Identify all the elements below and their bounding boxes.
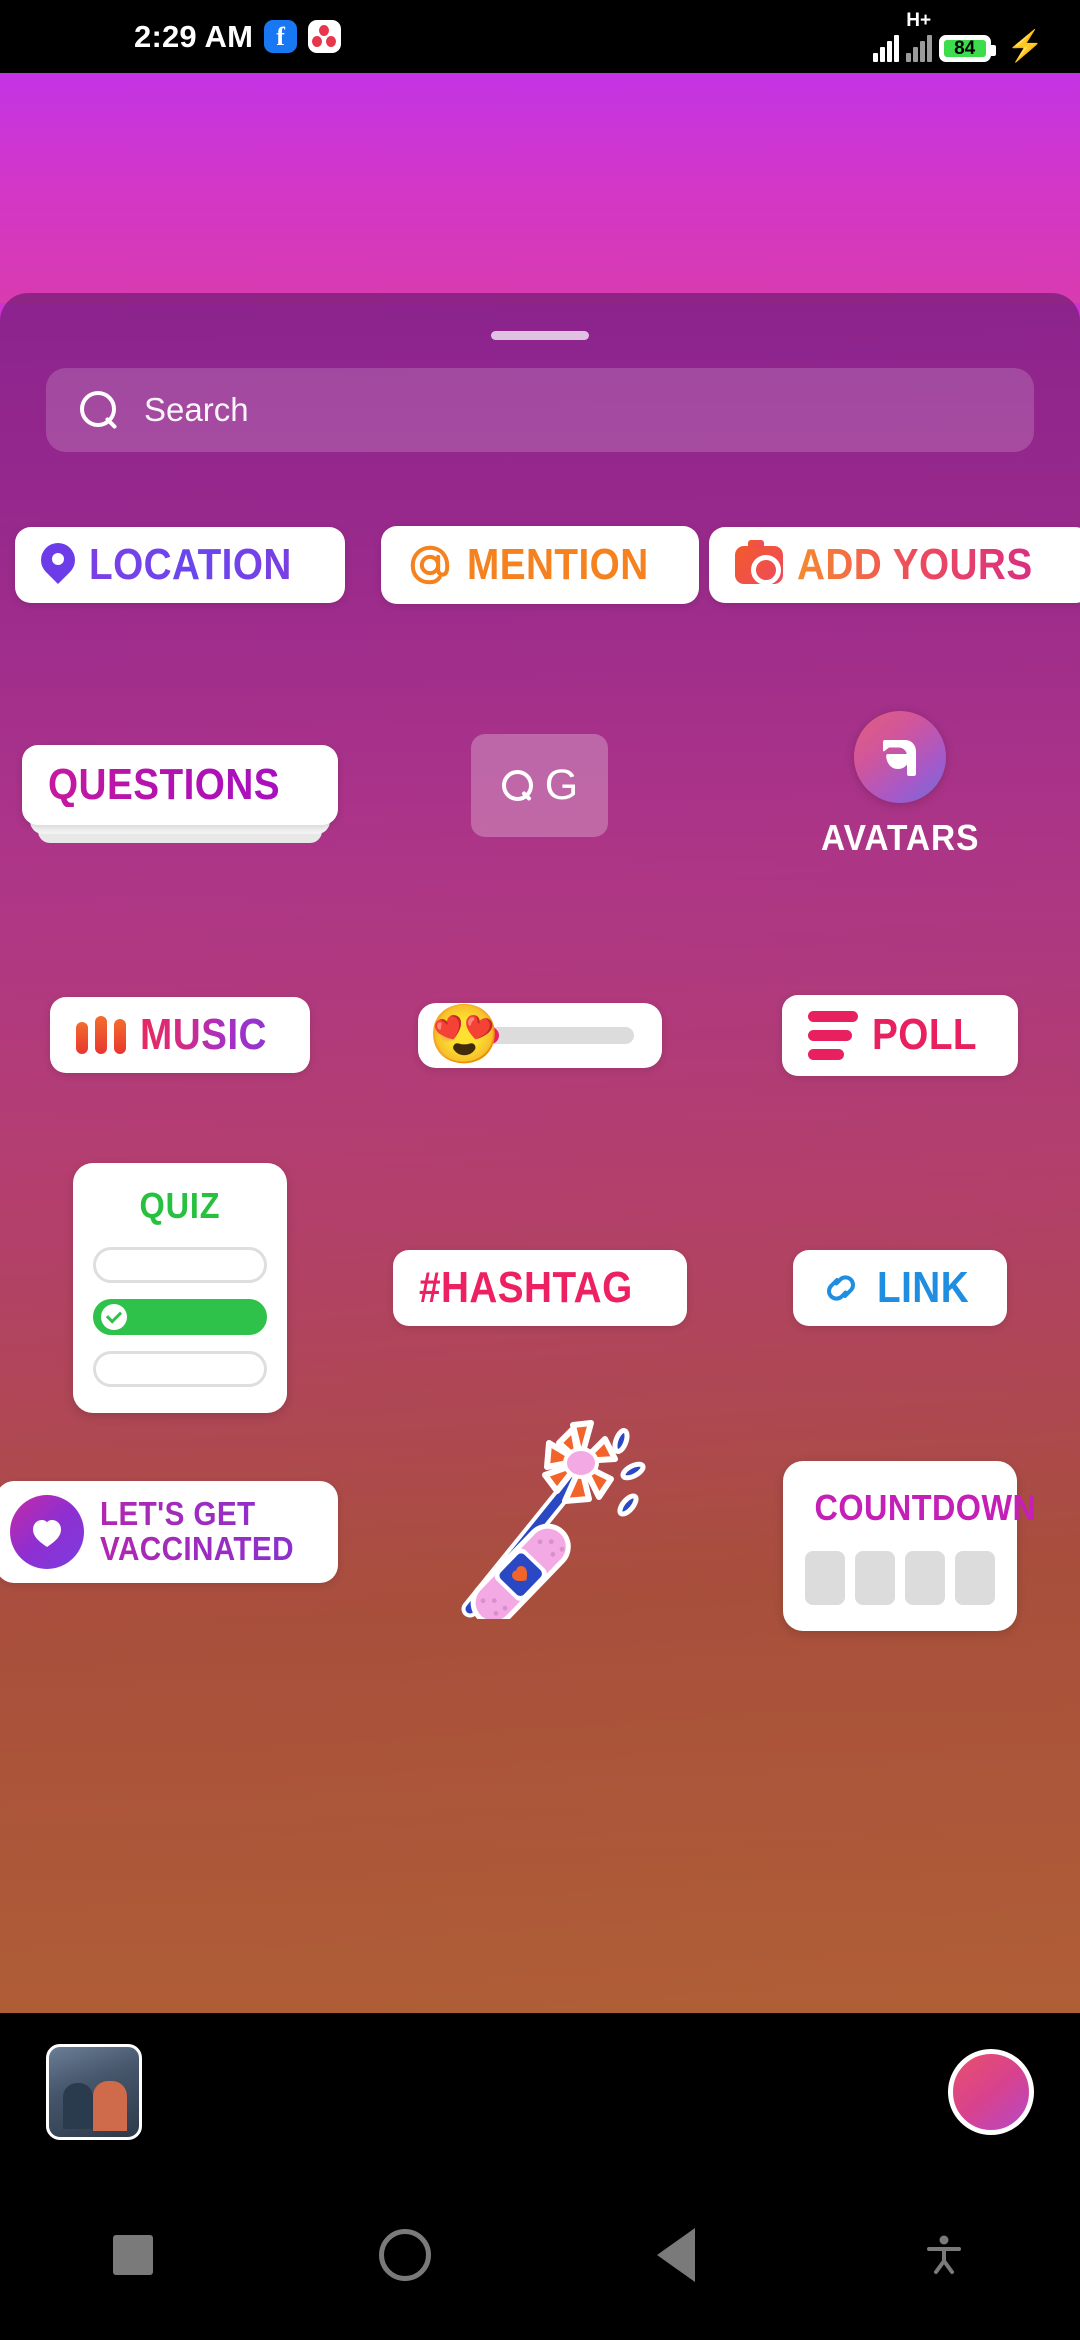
dots-app-icon: [308, 20, 342, 53]
sticker-label: MUSIC: [139, 1010, 267, 1059]
quiz-option-1[interactable]: [92, 1246, 267, 1283]
sticker-label: MENTION: [466, 540, 649, 589]
sticker-location[interactable]: LOCATION: [0, 527, 360, 603]
android-nav-bar: [0, 2170, 1080, 2340]
flower-bandage-sticker: [461, 1420, 646, 1619]
sticker-emoji-slider[interactable]: 😍: [360, 1002, 720, 1068]
recents-square-icon[interactable]: [113, 2235, 153, 2275]
avatar-face-icon: [853, 711, 946, 803]
sticker-label: AVATARS: [820, 817, 980, 858]
gallery-thumbnail[interactable]: [46, 2043, 142, 2140]
sticker-link[interactable]: LINK: [720, 1249, 1080, 1326]
check-icon: [100, 1303, 127, 1330]
sticker-label: #HASHTAG: [418, 1262, 633, 1312]
sticker-label: QUESTIONS: [48, 760, 281, 809]
status-time: 2:29 AM: [134, 18, 254, 54]
music-bars-icon: [75, 1016, 126, 1054]
sticker-add-yours[interactable]: ADD YOURS: [709, 527, 1080, 603]
status-bar-right: H+ 84 ⚡: [872, 10, 1044, 63]
back-triangle-icon[interactable]: [657, 2228, 695, 2282]
sticker-grid: LOCATION MENTION ADD YOURS QUESTIONS G A…: [0, 470, 1080, 1655]
sticker-vaccinated[interactable]: LET'S GET VACCINATED: [0, 1415, 360, 1583]
search-placeholder: Search: [144, 391, 249, 428]
sticker-countdown[interactable]: COUNTDOWN: [720, 1415, 1080, 1631]
sticker-hashtag[interactable]: #HASHTAG: [360, 1249, 720, 1326]
sticker-label: G: [544, 760, 579, 809]
story-gradient-top: [0, 73, 1080, 303]
sticker-mention[interactable]: MENTION: [360, 526, 720, 604]
quiz-option-2-selected[interactable]: [92, 1298, 267, 1335]
sticker-label: POLL: [872, 1010, 978, 1059]
at-mention-icon: [410, 545, 450, 585]
status-bar-left: 2:29 AM f: [134, 18, 342, 55]
sticker-row-5: LET'S GET VACCINATED COUNTDOWN: [0, 1415, 1080, 1655]
sticker-poll[interactable]: POLL: [720, 994, 1080, 1076]
sticker-questions[interactable]: QUESTIONS: [0, 745, 360, 843]
shutter-button[interactable]: [948, 2048, 1034, 2135]
battery-indicator: 84: [938, 35, 996, 62]
poll-bars-icon: [808, 1010, 859, 1060]
sticker-label: LINK: [876, 1262, 969, 1312]
facebook-icon: f: [264, 20, 298, 53]
quiz-option-3[interactable]: [92, 1350, 267, 1387]
signal-bars-icon: [872, 32, 899, 62]
sticker-label-line1: LET'S GET: [100, 1496, 294, 1532]
camera-icon: [735, 540, 784, 585]
heart-eyes-emoji[interactable]: 😍: [428, 1006, 500, 1064]
drag-handle[interactable]: [491, 331, 589, 340]
sticker-music[interactable]: MUSIC: [0, 997, 360, 1073]
charging-bolt-icon: ⚡: [1006, 30, 1044, 63]
accessibility-icon[interactable]: [921, 2232, 967, 2278]
camera-bottom-bar: [0, 2013, 1080, 2170]
sticker-label: QUIZ: [139, 1184, 221, 1226]
sticker-quiz[interactable]: QUIZ: [0, 1162, 360, 1413]
location-pin-icon: [41, 543, 75, 587]
sticker-avatars[interactable]: AVATARS: [720, 711, 1080, 859]
search-icon: [80, 391, 118, 429]
countdown-digit-boxes: [804, 1551, 995, 1605]
battery-percent-label: 84: [954, 38, 976, 59]
sticker-label: COUNTDOWN: [814, 1487, 1037, 1528]
sticker-flower-bandage[interactable]: [360, 1415, 720, 1619]
network-type-label: H+: [906, 10, 932, 31]
home-circle-icon[interactable]: [379, 2229, 431, 2281]
sticker-row-4: QUIZ #HASHTAG LINK: [0, 1160, 1080, 1415]
gif-search-icon: [501, 770, 533, 801]
sticker-row-3: MUSIC 😍 POLL: [0, 910, 1080, 1160]
sticker-gif[interactable]: G: [360, 733, 720, 837]
sticker-label: ADD YOURS: [797, 540, 1033, 589]
network-type-group: H+: [905, 10, 932, 62]
search-input[interactable]: Search: [46, 368, 1034, 452]
chain-link-icon: [826, 1274, 855, 1301]
sticker-row-1: LOCATION MENTION ADD YOURS: [0, 470, 1080, 660]
signal-bars-secondary-icon: [905, 32, 932, 62]
sticker-row-2: QUESTIONS G AVATARS: [0, 660, 1080, 910]
sticker-label-line2: VACCINATED: [100, 1530, 295, 1567]
vaccinated-label-group: LET'S GET VACCINATED: [100, 1496, 315, 1567]
heart-shield-icon: [10, 1495, 85, 1569]
status-bar: 2:29 AM f H+ 84 ⚡: [0, 0, 1080, 73]
sticker-tray-sheet: Search LOCATION MENTION ADD YOURS QUESTI…: [0, 293, 1080, 2013]
sticker-label: LOCATION: [88, 540, 292, 589]
